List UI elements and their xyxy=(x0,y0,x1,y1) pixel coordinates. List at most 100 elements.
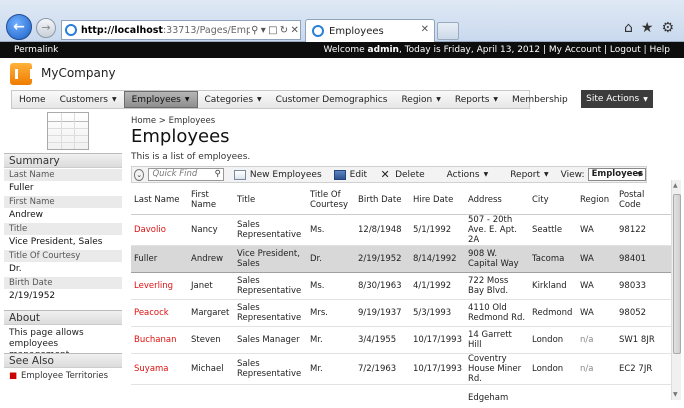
cell-address: 507 - 20th Ave. E. Apt. 2A xyxy=(465,214,529,246)
menu-item-customers[interactable]: Customers ▼ xyxy=(53,91,124,108)
menu-item-label: Home xyxy=(19,94,46,105)
table-row[interactable]: Suyama Michael Sales Representative Mr. 7/2/… xyxy=(131,353,671,385)
back-button[interactable]: ← xyxy=(6,14,32,40)
tab-page-icon xyxy=(312,25,324,37)
column-header-title[interactable]: Title xyxy=(234,186,307,215)
new-tab-button[interactable] xyxy=(437,22,459,40)
cell-last[interactable]: Fuller xyxy=(131,244,188,273)
main-content: Home > Employees Employees This is a lis… xyxy=(131,110,671,408)
scroll-up-icon[interactable]: ▲ xyxy=(673,182,678,189)
browser-tab[interactable]: Employees ✕ xyxy=(305,19,435,42)
scroll-thumb[interactable] xyxy=(673,194,681,354)
quick-find-input[interactable]: Quick Find ⚲ xyxy=(148,168,224,181)
table-row[interactable]: Davolio Nancy Sales Representative Ms. 12/8/… xyxy=(131,214,671,246)
summary-fields: Last Name Fuller First Name Andrew Title Vice… xyxy=(4,168,122,303)
table-row[interactable]: Peacock Margaret Sales Representative Mrs. 9… xyxy=(131,299,671,327)
column-header-last-name[interactable]: Last Name xyxy=(131,186,188,215)
company-name[interactable]: MyCompany xyxy=(41,66,116,80)
chevron-down-icon: ▼ xyxy=(111,96,117,103)
chevron-down-icon: ▼ xyxy=(483,171,489,178)
cell-postal: 98122 xyxy=(616,214,671,246)
cell-last[interactable]: Peacock xyxy=(131,299,188,327)
search-icon[interactable]: ⚲ xyxy=(215,169,221,180)
sidebar: Summary Last Name Fuller First Name Andrew T… xyxy=(4,110,122,388)
dropdown-icon[interactable]: ▾ xyxy=(261,25,266,36)
welcome-links[interactable]: , Today is Friday, April 13, 2012 | My A… xyxy=(399,45,670,55)
close-tab-icon[interactable]: ✕ xyxy=(421,24,429,35)
menu-item-home[interactable]: Home xyxy=(12,91,53,108)
search-icon[interactable]: ⚲ xyxy=(251,25,258,36)
cell-postal: 98052 xyxy=(616,299,671,327)
see-also-employee-territories[interactable]: ■ Employee Territories xyxy=(4,368,122,384)
cell-title: Sales Representative xyxy=(234,272,307,300)
cell-last[interactable]: Buchanan xyxy=(131,326,188,354)
compat-icon[interactable]: □ xyxy=(268,25,277,36)
cell-courtesy: Mrs. xyxy=(307,299,355,327)
table-row[interactable]: Fuller Andrew Vice President, Sales Dr. 2/19… xyxy=(131,244,671,273)
column-header-title-of-courtesy[interactable]: Title Of Courtesy xyxy=(307,186,355,215)
column-header-city[interactable]: City xyxy=(529,186,577,215)
vertical-scrollbar[interactable]: ▲ ▼ xyxy=(671,180,681,400)
column-header-postal-code[interactable]: Postal Code xyxy=(616,186,671,215)
grid-toolbar: ⌄ Quick Find ⚲ New Employees Edit ✕ Delete… xyxy=(131,166,647,183)
cell-birth: 7/2/1963 xyxy=(355,353,410,385)
favorites-icon[interactable]: ★ xyxy=(641,20,654,36)
cell-last[interactable]: Leverling xyxy=(131,272,188,300)
new-employees-button[interactable]: New Employees xyxy=(233,169,322,180)
menu-item-region[interactable]: Region ▼ xyxy=(394,91,447,108)
menu-item-customer-demographics[interactable]: Customer Demographics xyxy=(269,91,395,108)
collapse-icon[interactable]: ⌄ xyxy=(134,168,145,181)
column-header-address[interactable]: Address xyxy=(465,186,529,215)
edit-button[interactable]: Edit xyxy=(333,169,367,180)
stop-icon[interactable]: ✕ xyxy=(290,25,298,36)
delete-icon: ✕ xyxy=(380,167,390,181)
employees-grid: Last Name First Name Title Title Of Courtes… xyxy=(131,186,671,408)
menu-item-employees[interactable]: Employees ▼ xyxy=(123,91,198,108)
permalink-link[interactable]: Permalink xyxy=(14,42,58,58)
home-icon[interactable]: ⌂ xyxy=(624,20,633,36)
cell-title: Sales Representative xyxy=(234,353,307,385)
menu-item-label: Membership xyxy=(512,94,568,105)
company-logo-icon xyxy=(10,63,33,85)
summary-panel: Summary Last Name Fuller First Name Andrew T… xyxy=(4,153,122,303)
cell-city: Redmond xyxy=(529,299,577,327)
refresh-icon[interactable]: ↻ xyxy=(280,25,288,36)
new-label: New Employees xyxy=(249,169,322,180)
cell-address: Edgeham xyxy=(465,384,529,408)
column-header-hire-date[interactable]: Hire Date xyxy=(410,186,465,215)
cell-region xyxy=(577,384,616,408)
cell-birth: 2/19/1952 xyxy=(355,244,410,273)
cell-last[interactable]: Suyama xyxy=(131,353,188,385)
chevron-down-icon: ▼ xyxy=(544,171,549,178)
table-row[interactable]: Leverling Janet Sales Representative Ms. 8/3… xyxy=(131,272,671,300)
table-row[interactable]: Edgeham xyxy=(131,384,671,408)
cell-last[interactable]: Davolio xyxy=(131,214,188,246)
column-header-region[interactable]: Region xyxy=(577,186,616,215)
menu-item-reports[interactable]: Reports ▼ xyxy=(448,91,505,108)
breadcrumb[interactable]: Home > Employees xyxy=(131,116,215,126)
gear-icon[interactable]: ⚙ xyxy=(661,20,674,36)
cell-courtesy: Mr. xyxy=(307,353,355,385)
see-also-panel: See Also ■ Employee Territories xyxy=(4,353,122,384)
view-value: Employees xyxy=(591,169,644,179)
actions-menu[interactable]: Actions ▼ xyxy=(447,170,489,180)
cell-last[interactable] xyxy=(131,384,188,408)
delete-button[interactable]: ✕ Delete xyxy=(379,167,424,181)
report-menu[interactable]: Report ▼ xyxy=(510,170,548,180)
site-actions-button[interactable]: Site Actions ▼ xyxy=(581,90,653,108)
cell-postal: EC2 7JR xyxy=(616,353,671,385)
cell-city: London xyxy=(529,326,577,354)
column-header-birth-date[interactable]: Birth Date xyxy=(355,186,410,215)
column-header-first-name[interactable]: First Name xyxy=(188,186,234,215)
url-host: http://localhost xyxy=(81,24,163,36)
view-select[interactable]: Employees ▼ xyxy=(587,168,646,181)
table-row[interactable]: Buchanan Steven Sales Manager Mr. 3/4/1955 10… xyxy=(131,326,671,354)
browser-chrome: ← → http://localhost:33713/Pages/Employe… xyxy=(0,0,684,42)
menu-item-membership[interactable]: Membership xyxy=(505,91,575,108)
cell-hire: 8/14/1992 xyxy=(410,244,465,273)
address-tools: ⚲ ▾ □ ↻ ✕ xyxy=(250,21,300,39)
forward-button[interactable]: → xyxy=(36,18,56,38)
quick-find-placeholder: Quick Find xyxy=(152,169,198,179)
scroll-down-icon[interactable]: ▼ xyxy=(673,391,678,398)
menu-item-categories[interactable]: Categories ▼ xyxy=(198,91,269,108)
